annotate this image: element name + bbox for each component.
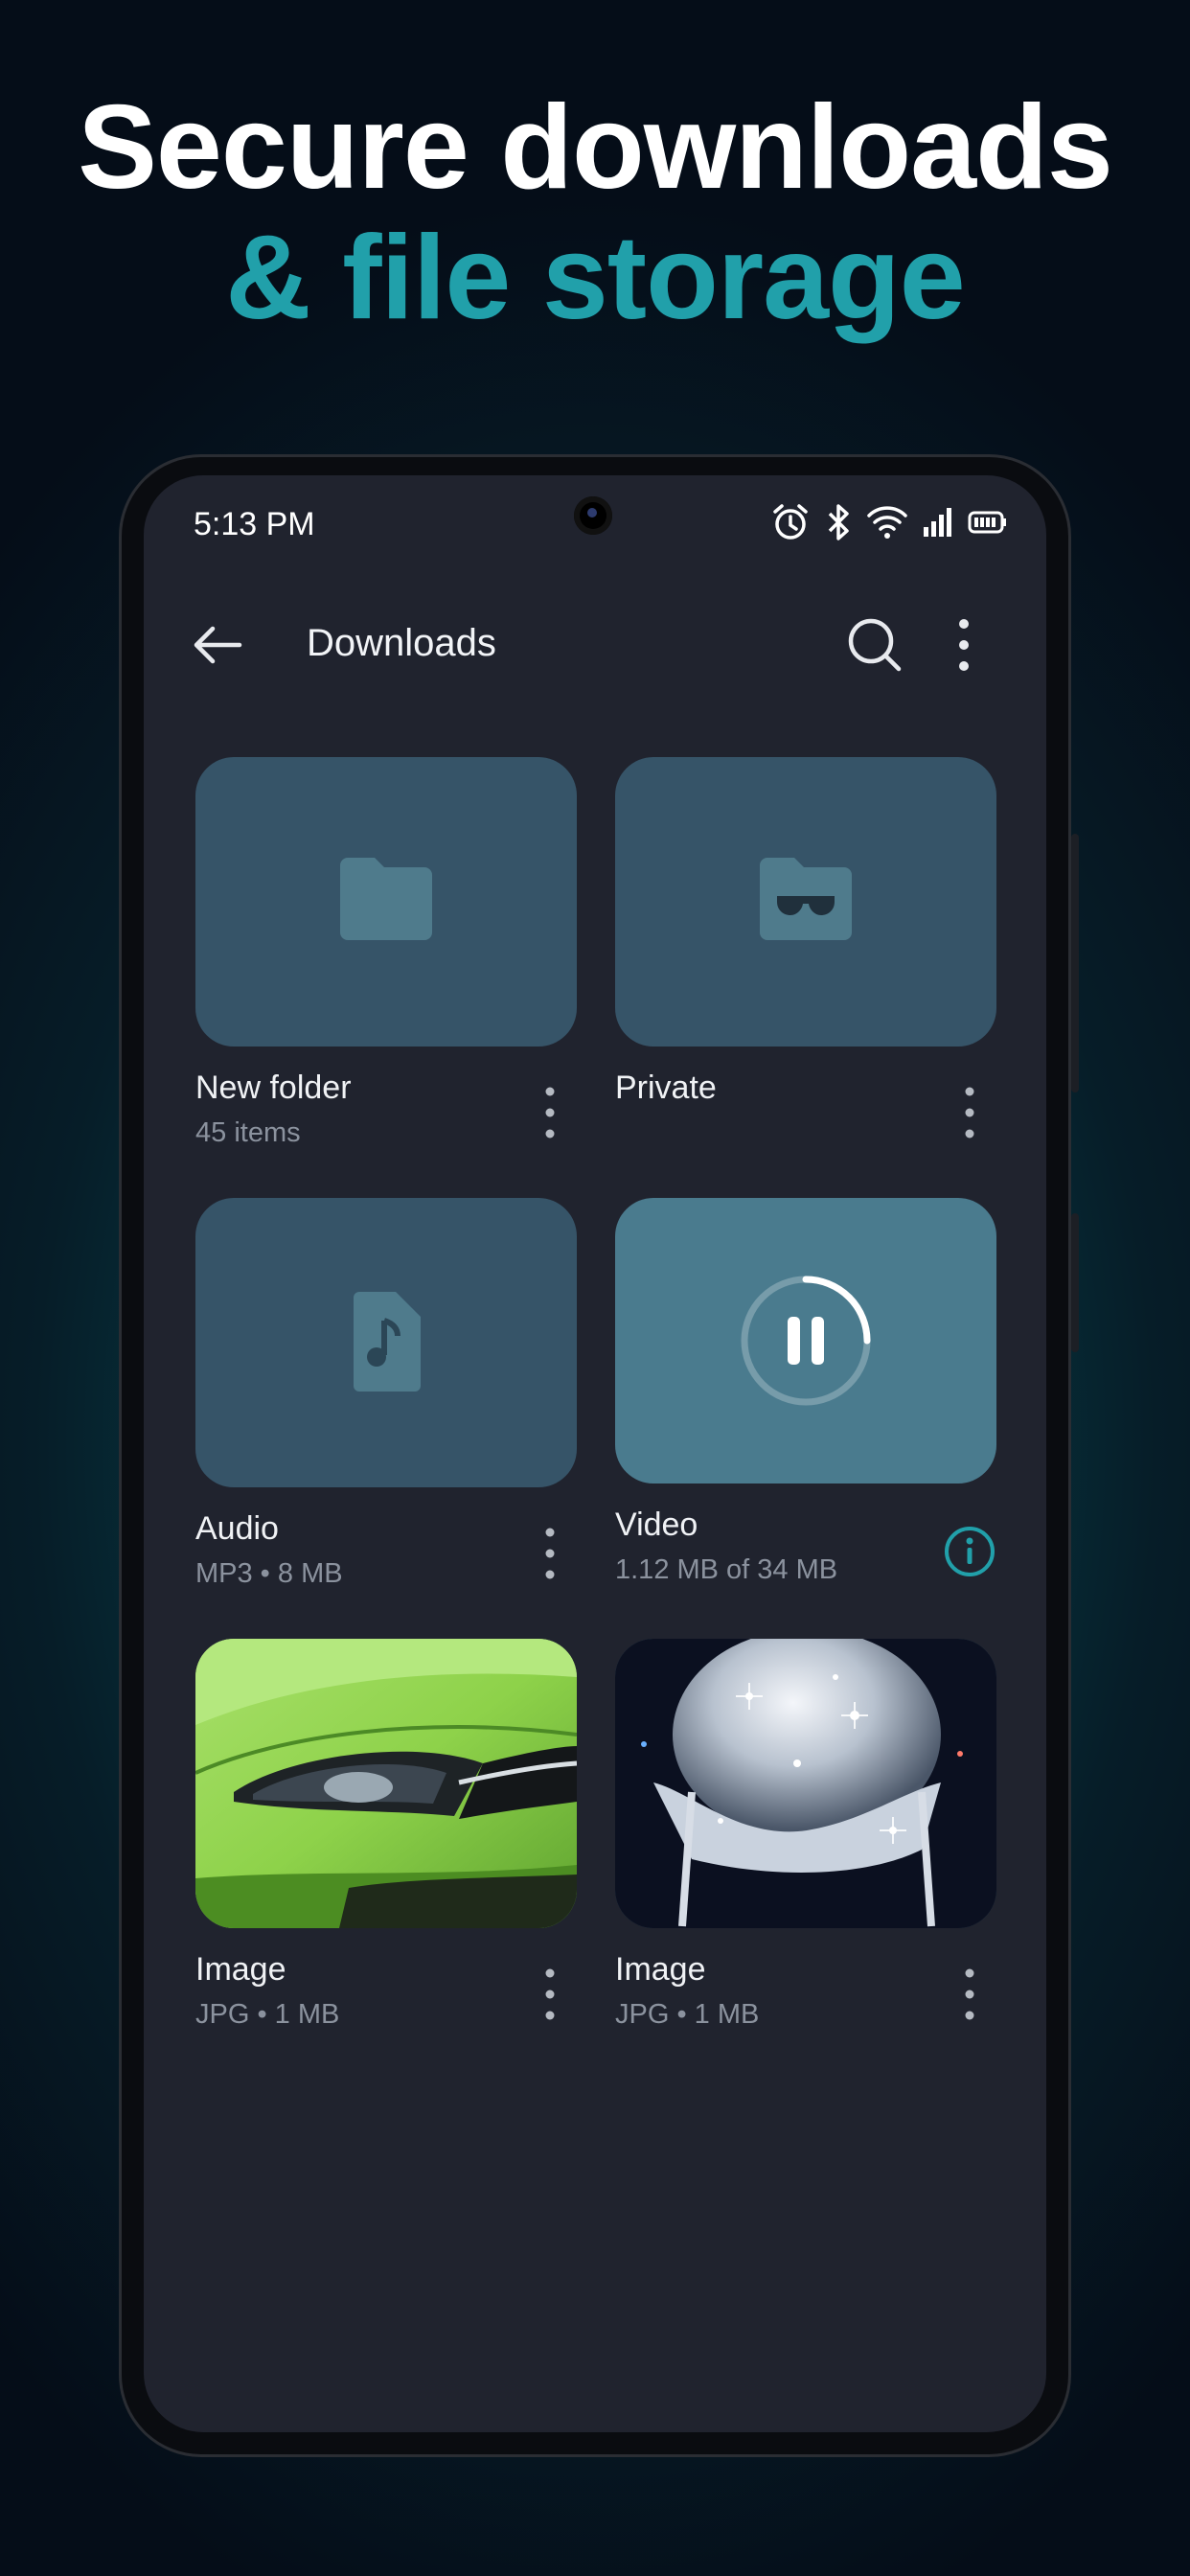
item-more-icon[interactable] (531, 1520, 569, 1587)
signal-icon (924, 508, 951, 537)
item-meta: JPG • 1 MB (615, 1999, 760, 2030)
item-more-icon[interactable] (531, 1961, 569, 2028)
item-name: Image (615, 1951, 706, 1988)
item-meta: MP3 • 8 MB (195, 1558, 343, 1589)
image-thumbnail-car[interactable] (195, 1639, 577, 1928)
item-name: New folder (195, 1070, 352, 1106)
item-name: Video (615, 1506, 698, 1543)
image-thumbnail-sparkle[interactable] (615, 1639, 996, 1928)
headline-line-2: & file storage (225, 212, 966, 344)
item-more-icon[interactable] (950, 1079, 989, 1146)
item-meta: 1.12 MB of 34 MB (615, 1554, 838, 1585)
pause-icon (788, 1317, 800, 1365)
status-icons (770, 502, 1008, 542)
volume-button (1071, 834, 1079, 1092)
folder-icon (340, 858, 432, 940)
item-name: Private (615, 1070, 717, 1106)
headline-line-1: Secure downloads (78, 81, 1113, 214)
item-name: Audio (195, 1510, 279, 1547)
item-more-icon[interactable] (950, 1961, 989, 2028)
phone-screen: 5:13 PM Downloads New folder 45 items Pr… (144, 475, 1046, 2432)
folder-tile-private[interactable] (615, 757, 996, 1046)
more-vert-icon[interactable] (945, 611, 983, 678)
page-title: Downloads (307, 622, 496, 664)
image-thumbnail (615, 1639, 996, 1928)
back-arrow-icon[interactable] (184, 611, 251, 678)
status-time: 5:13 PM (194, 506, 315, 542)
item-name: Image (195, 1951, 286, 1988)
folder-tile-new-folder[interactable] (195, 757, 577, 1046)
item-more-icon[interactable] (531, 1079, 569, 1146)
audio-file-icon (354, 1292, 421, 1392)
info-icon[interactable] (941, 1523, 998, 1580)
file-tile-video[interactable] (615, 1198, 996, 1484)
front-camera (574, 496, 612, 535)
pause-download-button[interactable] (739, 1274, 873, 1408)
private-folder-icon (760, 858, 852, 940)
item-meta: JPG • 1 MB (195, 1999, 340, 2030)
item-meta: 45 items (195, 1117, 301, 1148)
alarm-icon (773, 504, 808, 540)
bluetooth-icon (828, 504, 849, 540)
file-tile-audio[interactable] (195, 1198, 577, 1487)
power-button (1071, 1213, 1079, 1352)
search-icon[interactable] (841, 611, 908, 678)
battery-icon (968, 511, 1006, 534)
image-thumbnail (195, 1639, 577, 1928)
wifi-icon (867, 506, 907, 539)
